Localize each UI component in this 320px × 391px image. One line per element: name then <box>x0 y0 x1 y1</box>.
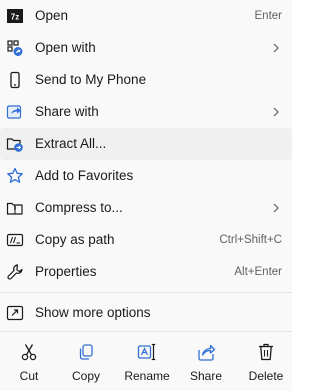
context-menu: 7z Open Enter Open with Send to My Phone… <box>0 0 292 391</box>
rename-label: Rename <box>124 369 170 383</box>
menu-item-label: Add to Favorites <box>35 168 134 183</box>
shortcut-text: Alt+Enter <box>234 266 282 278</box>
menu-item-show-more-options[interactable]: Show more options <box>0 297 292 329</box>
compress-icon <box>6 199 24 217</box>
divider <box>0 292 292 293</box>
menu-item-copy-as-path[interactable]: Copy as path Ctrl+Shift+C <box>0 224 292 256</box>
shortcut-text: Enter <box>254 10 283 22</box>
menu-item-label: Copy as path <box>35 232 115 247</box>
copy-label: Copy <box>71 369 100 383</box>
menu-item-add-to-favorites[interactable]: Add to Favorites <box>0 160 292 192</box>
chevron-right-icon <box>271 203 281 213</box>
menu-item-label: Share with <box>35 104 99 119</box>
menu-item-label: Open with <box>35 40 96 55</box>
rename-button[interactable]: Rename <box>118 333 176 391</box>
cut-label: Cut <box>19 369 39 383</box>
chevron-right-icon <box>271 43 281 53</box>
svg-text:7z: 7z <box>11 13 19 22</box>
divider <box>0 331 292 332</box>
copy-path-icon <box>6 231 24 249</box>
share-label: Share <box>189 369 223 383</box>
menu-item-label: Compress to... <box>35 200 123 215</box>
menu-item-label: Show more options <box>35 305 151 320</box>
show-more-icon <box>6 304 24 322</box>
menu-item-send-to-phone[interactable]: Send to My Phone <box>0 64 292 96</box>
delete-button[interactable]: Delete <box>237 333 295 391</box>
menu-item-extract-all[interactable]: Extract All... <box>0 128 292 160</box>
trash-icon <box>256 342 276 362</box>
phone-icon <box>6 71 24 89</box>
menu-item-share-with[interactable]: Share with <box>0 96 292 128</box>
cut-button[interactable]: Cut <box>0 333 58 391</box>
menu-item-label: Properties <box>35 264 97 279</box>
extract-folder-icon <box>6 135 24 153</box>
copy-icon <box>76 342 96 362</box>
menu-item-open[interactable]: 7z Open Enter <box>0 0 292 32</box>
share-icon <box>196 342 216 362</box>
wrench-icon <box>6 263 24 281</box>
share-button[interactable]: Share <box>177 333 235 391</box>
menu-item-label: Open <box>35 8 69 23</box>
7zip-icon: 7z <box>6 7 24 25</box>
scissors-icon <box>19 342 39 362</box>
open-with-icon <box>6 39 24 57</box>
shortcut-text: Ctrl+Shift+C <box>219 234 282 246</box>
chevron-right-icon <box>271 107 281 117</box>
copy-button[interactable]: Copy <box>57 333 115 391</box>
menu-item-label: Extract All... <box>35 136 107 151</box>
action-bar: Cut Copy Rename Share Delete <box>0 333 292 391</box>
share-with-icon <box>6 103 24 121</box>
menu-item-label: Send to My Phone <box>35 72 147 87</box>
star-icon <box>6 167 24 185</box>
menu-item-open-with[interactable]: Open with <box>0 32 292 64</box>
menu-item-compress-to[interactable]: Compress to... <box>0 192 292 224</box>
menu-item-properties[interactable]: Properties Alt+Enter <box>0 256 292 288</box>
delete-label: Delete <box>248 369 284 383</box>
rename-icon <box>137 342 157 362</box>
